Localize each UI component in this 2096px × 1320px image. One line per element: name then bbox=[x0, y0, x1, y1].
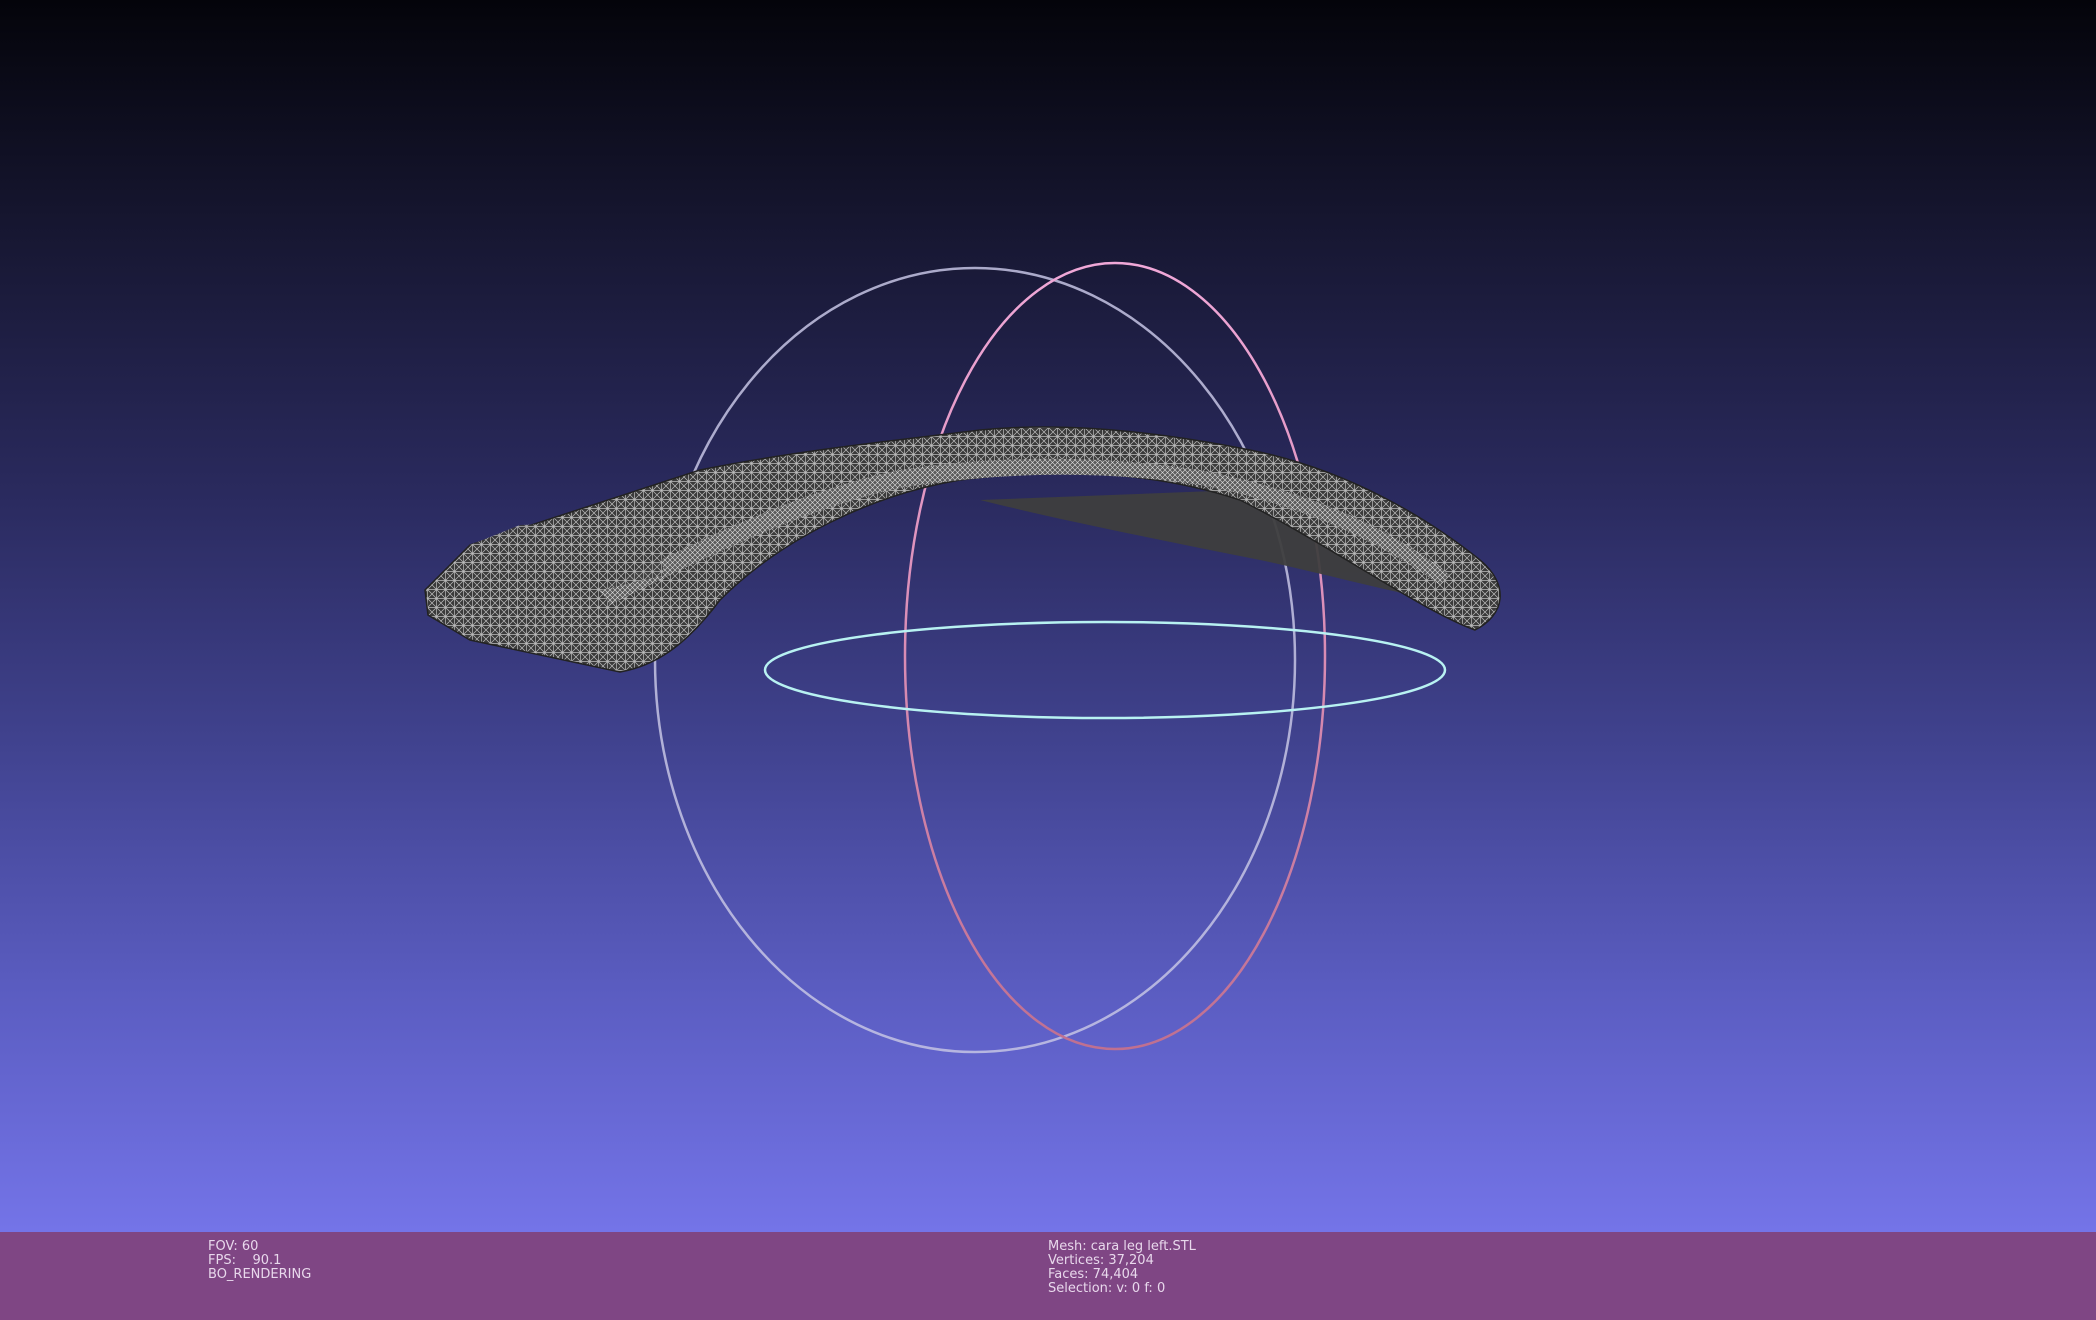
render-mode-label: BO_RENDERING bbox=[208, 1267, 312, 1282]
trackball-horizontal-ring bbox=[763, 620, 1447, 720]
trackball-vertical-ring bbox=[903, 261, 1327, 1051]
mesh-name-label: Mesh: cara leg left.STL bbox=[1048, 1239, 1196, 1254]
fps-label: FPS: 90.1 bbox=[208, 1253, 282, 1268]
vertices-label: Vertices: 37,204 bbox=[1048, 1253, 1154, 1268]
render-info: FOV: 60 FPS: 90.1 BO_RENDERING bbox=[208, 1240, 311, 1282]
status-bar: FOV: 60 FPS: 90.1 BO_RENDERING Mesh: car… bbox=[0, 1232, 2096, 1320]
faces-label: Faces: 74,404 bbox=[1048, 1267, 1139, 1282]
fov-label: FOV: 60 bbox=[208, 1239, 259, 1254]
scene-canvas[interactable] bbox=[0, 0, 2096, 1232]
3d-viewport[interactable] bbox=[0, 0, 2096, 1232]
mesh-info: Mesh: cara leg left.STL Vertices: 37,204… bbox=[1048, 1240, 1196, 1296]
selection-label: Selection: v: 0 f: 0 bbox=[1048, 1281, 1166, 1296]
trackball-side-ring bbox=[653, 266, 1297, 1054]
